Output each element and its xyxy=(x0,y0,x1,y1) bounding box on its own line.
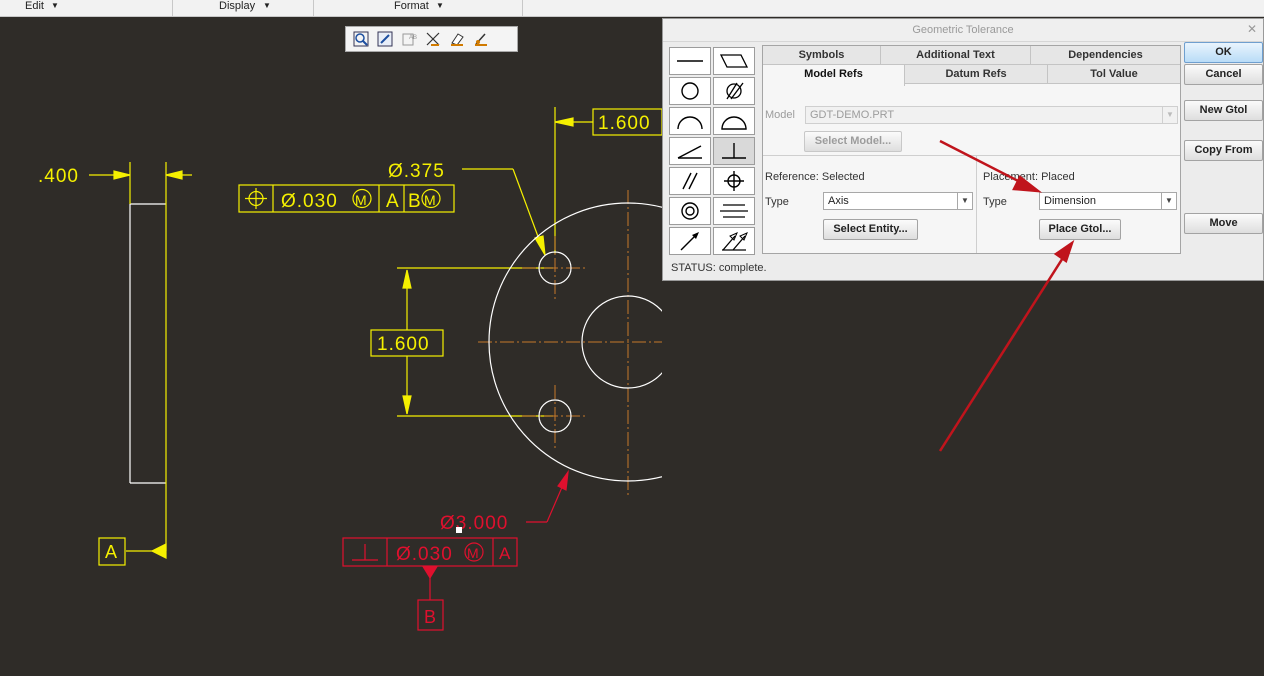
menu-format-label: Format xyxy=(394,0,429,12)
surface-profile-symbol[interactable] xyxy=(713,107,755,135)
selection-handle[interactable] xyxy=(456,527,462,533)
model-field: GDT-DEMO.PRT ▼ xyxy=(805,106,1178,124)
ref-type-value: Axis xyxy=(828,195,849,207)
fcf-yellow-datum-b: B xyxy=(408,191,421,212)
text-style-icon[interactable]: AB xyxy=(398,28,420,50)
close-icon[interactable]: ✕ xyxy=(1247,22,1257,36)
place-type-label: Type xyxy=(983,196,1007,208)
circularity-symbol[interactable] xyxy=(669,77,711,105)
model-value: GDT-DEMO.PRT xyxy=(810,109,895,121)
divider xyxy=(976,156,977,253)
reference-label: Reference: Selected xyxy=(765,171,865,183)
datum-a[interactable]: A xyxy=(105,542,117,562)
tab-additional-text[interactable]: Additional Text xyxy=(881,46,1031,65)
svg-text:AB: AB xyxy=(409,35,417,41)
ok-button[interactable]: OK xyxy=(1184,42,1263,63)
position-symbol[interactable] xyxy=(713,167,755,195)
circular-runout-symbol[interactable] xyxy=(669,227,711,255)
tab-panel: Symbols Additional Text Dependencies Mod… xyxy=(762,45,1181,254)
flatness-symbol[interactable] xyxy=(713,47,755,75)
tab-model-refs[interactable]: Model Refs xyxy=(763,65,905,86)
perpendicularity-symbol[interactable] xyxy=(713,137,755,165)
chevron-down-icon: ▼ xyxy=(436,1,444,10)
chevron-down-icon: ▼ xyxy=(51,1,59,10)
menubar: Edit ▼ Display ▼ Format ▼ xyxy=(0,0,1264,17)
fcf-yellow-mod-b: M xyxy=(424,192,436,208)
centerlines xyxy=(478,190,662,495)
dim-1600-top[interactable]: 1.600 xyxy=(598,113,651,134)
model-label: Model xyxy=(765,109,795,121)
cylindricity-symbol[interactable] xyxy=(713,77,755,105)
dim-1600-left[interactable]: 1.600 xyxy=(377,334,430,355)
parallelism-symbol[interactable] xyxy=(669,167,711,195)
fcf-yellow-tol: Ø.030 xyxy=(281,191,338,212)
chevron-down-icon: ▼ xyxy=(1161,193,1176,209)
symmetry-symbol[interactable] xyxy=(713,197,755,225)
fcf-yellow-mod: M xyxy=(355,192,367,208)
floating-toolbar: AB xyxy=(345,26,518,52)
tab-tol-value[interactable]: Tol Value xyxy=(1048,65,1180,84)
angularity-symbol[interactable] xyxy=(669,137,711,165)
zoom-icon[interactable] xyxy=(350,28,372,50)
place-type-value: Dimension xyxy=(1044,195,1096,207)
fcf-red-tol: Ø.030 xyxy=(396,544,453,565)
concentricity-symbol[interactable] xyxy=(669,197,711,225)
straightness-symbol[interactable] xyxy=(669,47,711,75)
dim-big-dia[interactable]: Ø3.000 xyxy=(440,513,508,534)
side-view xyxy=(129,203,166,484)
fcf-red-datum: A xyxy=(499,544,511,563)
line-profile-symbol[interactable] xyxy=(669,107,711,135)
move-button[interactable]: Move xyxy=(1184,213,1263,234)
new-gtol-button[interactable]: New Gtol xyxy=(1184,100,1263,121)
dialog-title: Geometric Tolerance xyxy=(663,19,1263,42)
menu-edit[interactable]: Edit ▼ xyxy=(0,0,173,16)
datum-b-triangle xyxy=(422,566,438,579)
menu-edit-label: Edit xyxy=(25,0,44,12)
tab-dependencies[interactable]: Dependencies xyxy=(1031,46,1180,65)
chevron-down-icon: ▼ xyxy=(1162,107,1177,123)
place-type-select[interactable]: Dimension ▼ xyxy=(1039,192,1177,210)
tab-symbols[interactable]: Symbols xyxy=(763,46,881,65)
select-entity-button[interactable]: Select Entity... xyxy=(823,219,918,240)
dim-400[interactable]: .400 xyxy=(38,166,79,187)
dimension-icon[interactable] xyxy=(422,28,444,50)
datum-b[interactable]: B xyxy=(424,607,436,627)
fcf-yellow-datum-a: A xyxy=(386,191,399,212)
menu-display[interactable]: Display ▼ xyxy=(173,0,314,16)
menu-display-label: Display xyxy=(219,0,256,12)
chevron-down-icon: ▼ xyxy=(957,193,972,209)
placement-label: Placement: Placed xyxy=(983,171,1075,183)
drawing-canvas[interactable]: Ø.030 M A B M .400 Ø.375 1.600 1.600 A Ø… xyxy=(0,17,662,676)
copy-from-button[interactable]: Copy From xyxy=(1184,140,1263,161)
cancel-button[interactable]: Cancel xyxy=(1184,64,1263,85)
dim-hole-dia[interactable]: Ø.375 xyxy=(388,161,445,182)
chevron-down-icon: ▼ xyxy=(263,1,271,10)
pen-icon[interactable] xyxy=(470,28,492,50)
status-text: STATUS: complete. xyxy=(671,262,767,274)
ref-type-label: Type xyxy=(765,196,789,208)
edit-note-icon[interactable] xyxy=(374,28,396,50)
divider xyxy=(763,155,1180,156)
place-gtol-button[interactable]: Place Gtol... xyxy=(1039,219,1121,240)
erase-icon[interactable] xyxy=(446,28,468,50)
total-runout-symbol[interactable] xyxy=(713,227,755,255)
select-model-button: Select Model... xyxy=(804,131,902,152)
geometric-tolerance-dialog: Geometric Tolerance ✕ Symbols Additional… xyxy=(662,18,1264,281)
tab-datum-refs[interactable]: Datum Refs xyxy=(905,65,1048,84)
fcf-red-mod: M xyxy=(467,545,479,561)
menu-format[interactable]: Format ▼ xyxy=(314,0,523,16)
ref-type-select[interactable]: Axis ▼ xyxy=(823,192,973,210)
